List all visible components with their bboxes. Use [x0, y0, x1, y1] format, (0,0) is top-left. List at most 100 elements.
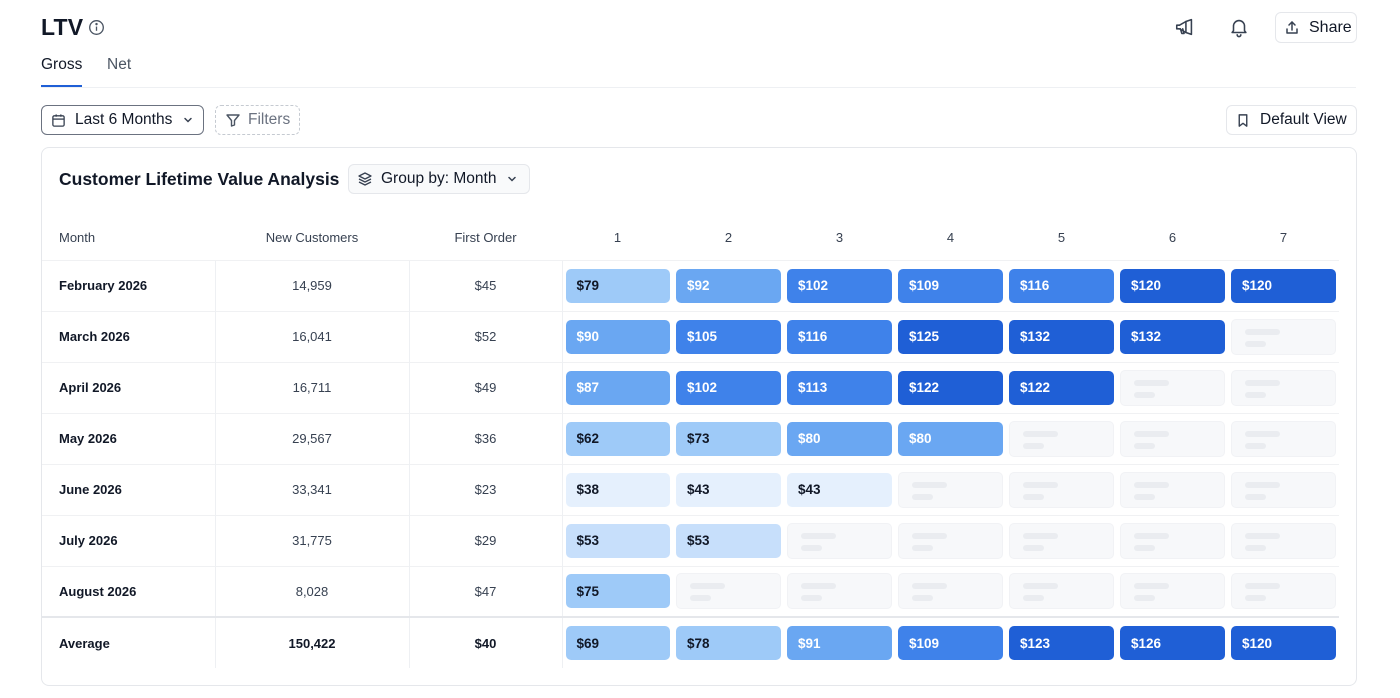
- cohort-cell: $122: [895, 361, 1006, 413]
- ltv-value[interactable]: $75: [565, 574, 670, 609]
- ltv-value[interactable]: $102: [787, 268, 892, 303]
- new-customers-cell: 16,041: [214, 310, 409, 362]
- cohort-cell: $120: [1228, 616, 1339, 668]
- ltv-value[interactable]: $120: [1231, 268, 1336, 303]
- ltv-value[interactable]: $69: [565, 626, 670, 660]
- tab-gross[interactable]: Gross: [41, 56, 82, 74]
- ltv-value[interactable]: $38: [565, 472, 670, 507]
- cohort-cell: $90: [561, 310, 673, 362]
- date-range-dropdown[interactable]: Last 6 Months: [41, 105, 204, 135]
- cohort-cell: [1006, 514, 1117, 566]
- ltv-value[interactable]: $80: [898, 421, 1003, 456]
- cohort-cell: $126: [1117, 616, 1228, 668]
- bell-icon[interactable]: [1228, 16, 1250, 38]
- row-label: April 2026: [42, 361, 215, 413]
- ltv-value[interactable]: $109: [898, 268, 1003, 303]
- ltv-value[interactable]: $53: [565, 523, 670, 558]
- ltv-value[interactable]: $62: [565, 421, 670, 456]
- pending-placeholder: [676, 573, 781, 610]
- ltv-value[interactable]: $126: [1120, 626, 1225, 660]
- ltv-value[interactable]: $79: [565, 268, 670, 303]
- pending-placeholder: [1120, 369, 1225, 406]
- first-order-cell: $47: [408, 565, 562, 617]
- ltv-value[interactable]: $92: [676, 268, 781, 303]
- cohort-cell: $125: [895, 310, 1006, 362]
- cohort-cell: $43: [673, 463, 784, 515]
- cohort-cell: [1117, 361, 1228, 413]
- column-header[interactable]: New Customers: [215, 216, 409, 260]
- cohort-cell: [1228, 412, 1339, 464]
- ltv-value[interactable]: $116: [1009, 268, 1114, 303]
- first-order-cell: $23: [408, 463, 562, 515]
- ltv-value[interactable]: $91: [787, 626, 892, 660]
- ltv-value[interactable]: $116: [787, 319, 892, 354]
- filters-label: Filters: [248, 111, 291, 128]
- default-view-label: Default View: [1260, 111, 1347, 128]
- pending-placeholder: [1009, 420, 1114, 457]
- column-header[interactable]: First Order: [409, 216, 562, 260]
- cohort-cell: [1006, 463, 1117, 515]
- average-row: Average 150,422 $40 $69 $78 $91 $109 $123 $126 $1…: [42, 616, 1339, 668]
- ltv-value[interactable]: $80: [787, 421, 892, 456]
- ltv-value[interactable]: $122: [1009, 370, 1114, 405]
- ltv-value[interactable]: $73: [676, 421, 781, 456]
- ltv-value[interactable]: $132: [1009, 319, 1114, 354]
- pending-placeholder: [1231, 318, 1336, 355]
- cohort-cell: $91: [784, 616, 895, 668]
- cohort-cell: [784, 514, 895, 566]
- row-label: March 2026: [42, 310, 215, 362]
- ltv-value[interactable]: $102: [676, 370, 781, 405]
- table-row: May 2026 29,567 $36 $62 $73 $80 $80: [42, 412, 1339, 464]
- cohort-cell: $132: [1006, 310, 1117, 362]
- cohort-cell: [673, 565, 784, 617]
- new-customers-cell: 150,422: [214, 616, 409, 668]
- cohort-cell: $102: [784, 259, 895, 311]
- ltv-value[interactable]: $78: [676, 626, 781, 660]
- cohort-cell: $102: [673, 361, 784, 413]
- share-button[interactable]: Share: [1275, 12, 1357, 43]
- cohort-cell: $62: [561, 412, 673, 464]
- default-view-button[interactable]: Default View: [1226, 105, 1357, 135]
- ltv-value[interactable]: $120: [1231, 626, 1336, 660]
- ltv-value[interactable]: $122: [898, 370, 1003, 405]
- megaphone-icon[interactable]: [1174, 16, 1196, 38]
- pending-placeholder: [1231, 369, 1336, 406]
- pending-placeholder: [898, 471, 1003, 508]
- column-header[interactable]: Month: [42, 216, 215, 260]
- chevron-down-icon: [508, 176, 517, 182]
- new-customers-cell: 31,775: [214, 514, 409, 566]
- filters-button[interactable]: Filters: [215, 105, 300, 135]
- ltv-value[interactable]: $53: [676, 523, 781, 558]
- tab-net[interactable]: Net: [107, 56, 131, 74]
- first-order-cell: $40: [408, 616, 562, 668]
- row-label: June 2026: [42, 463, 215, 515]
- info-icon[interactable]: [88, 19, 105, 36]
- ltv-value[interactable]: $43: [787, 472, 892, 507]
- ltv-value[interactable]: $132: [1120, 319, 1225, 354]
- cohort-cell: $123: [1006, 616, 1117, 668]
- cohort-cell: [895, 463, 1006, 515]
- cohort-cell: $116: [784, 310, 895, 362]
- ltv-value[interactable]: $120: [1120, 268, 1225, 303]
- new-customers-cell: 8,028: [214, 565, 409, 617]
- table-row: June 2026 33,341 $23 $38 $43 $43: [42, 463, 1339, 515]
- cohort-cell: $116: [1006, 259, 1117, 311]
- ltv-value[interactable]: $90: [565, 319, 670, 354]
- pending-placeholder: [898, 522, 1003, 559]
- group-by-dropdown[interactable]: Group by: Month: [348, 164, 530, 194]
- ltv-value[interactable]: $113: [787, 370, 892, 405]
- ltv-value[interactable]: $109: [898, 626, 1003, 660]
- pending-placeholder: [898, 573, 1003, 610]
- row-label: July 2026: [42, 514, 215, 566]
- table-row: July 2026 31,775 $29 $53 $53: [42, 514, 1339, 566]
- ltv-value[interactable]: $123: [1009, 626, 1114, 660]
- pending-placeholder: [1231, 573, 1336, 610]
- ltv-value[interactable]: $105: [676, 319, 781, 354]
- ltv-value[interactable]: $43: [676, 472, 781, 507]
- ltv-value[interactable]: $87: [565, 370, 670, 405]
- ltv-value[interactable]: $125: [898, 319, 1003, 354]
- pending-placeholder: [1231, 522, 1336, 559]
- layers-icon: [358, 172, 372, 186]
- calendar-icon: [52, 113, 65, 127]
- pending-placeholder: [787, 573, 892, 610]
